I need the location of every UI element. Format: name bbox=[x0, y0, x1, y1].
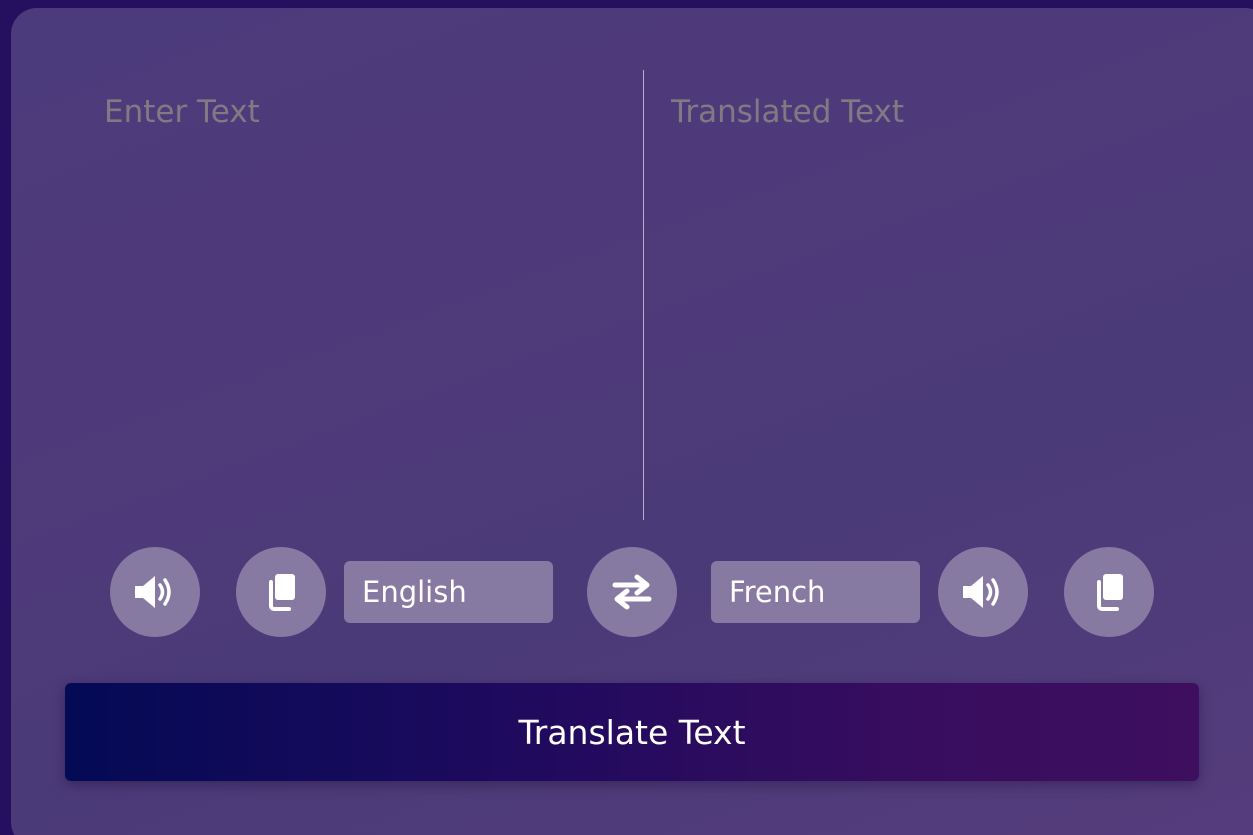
exchange-arrows-icon bbox=[611, 572, 653, 612]
translate-button-label: Translate Text bbox=[518, 712, 746, 752]
source-copy-button[interactable] bbox=[236, 547, 326, 637]
copy-icon bbox=[1091, 572, 1127, 612]
volume-up-icon bbox=[959, 572, 1007, 612]
source-language-select[interactable]: English bbox=[344, 561, 553, 623]
volume-up-icon bbox=[131, 572, 179, 612]
source-speak-button[interactable] bbox=[110, 547, 200, 637]
source-language-label: English bbox=[362, 575, 467, 609]
pane-divider bbox=[643, 70, 644, 520]
target-copy-button[interactable] bbox=[1064, 547, 1154, 637]
source-pane bbox=[104, 68, 624, 520]
target-language-select[interactable]: French bbox=[711, 561, 920, 623]
translate-button[interactable]: Translate Text bbox=[65, 683, 1199, 781]
target-pane bbox=[671, 68, 1191, 520]
copy-icon bbox=[263, 572, 299, 612]
target-language-label: French bbox=[729, 575, 826, 609]
source-text-input[interactable] bbox=[104, 68, 624, 520]
target-speak-button[interactable] bbox=[938, 547, 1028, 637]
translated-text-output[interactable] bbox=[671, 68, 1191, 520]
swap-languages-button[interactable] bbox=[587, 547, 677, 637]
